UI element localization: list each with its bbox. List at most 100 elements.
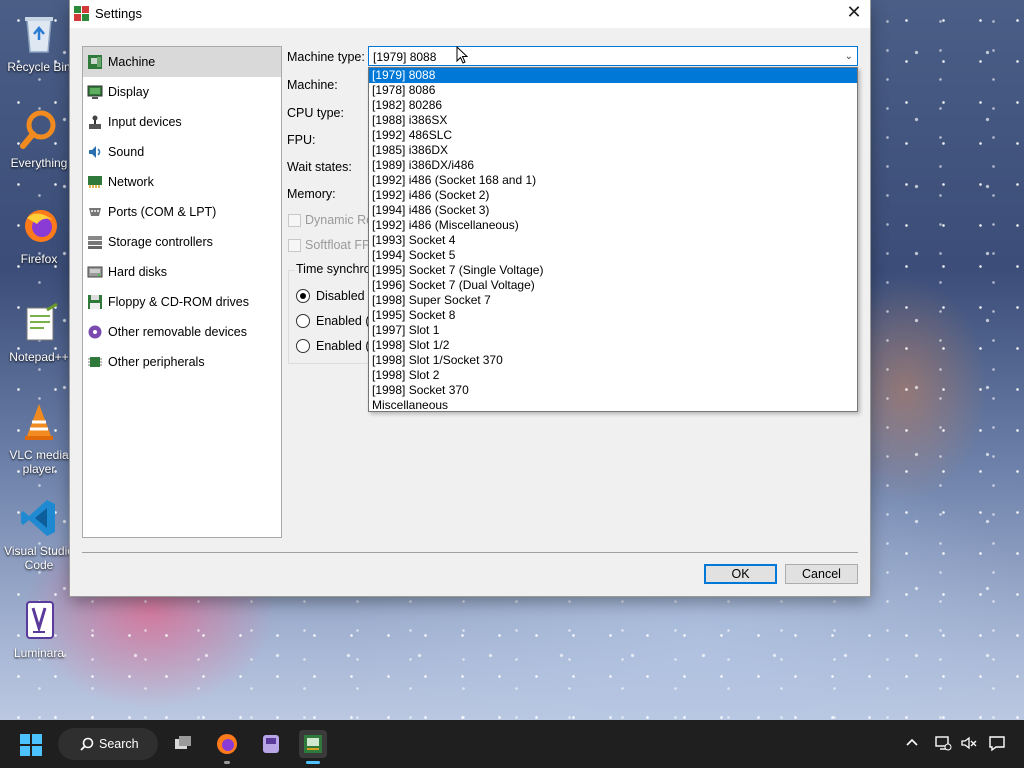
category-hard-disks[interactable]: Hard disks — [83, 257, 281, 287]
fpu-label: FPU: — [287, 133, 316, 147]
desktop-icon-label: Visual Studio Code — [4, 544, 74, 572]
desktop-icon-firefox[interactable]: Firefox — [2, 204, 76, 266]
show-hidden-icons-button[interactable] — [903, 734, 921, 752]
removable-icon — [87, 324, 103, 340]
start-button[interactable] — [20, 734, 42, 756]
app-icon — [263, 735, 279, 753]
machine-label: Machine: — [287, 78, 338, 92]
hard-disk-icon — [87, 264, 103, 280]
dialog-title: Settings — [95, 6, 142, 21]
category-display[interactable]: Display — [83, 77, 281, 107]
desktop-icon-label: VLC media player — [9, 448, 69, 476]
taskbar-task-view[interactable] — [169, 730, 197, 758]
taskbar-search-button[interactable]: Search — [58, 728, 158, 760]
close-button[interactable]: ✕ — [838, 0, 870, 28]
softfloat-checkbox[interactable] — [288, 239, 301, 252]
dropdown-option[interactable]: [1998] Slot 1/Socket 370 — [369, 353, 857, 368]
dropdown-option[interactable]: [1992] i486 (Miscellaneous) — [369, 218, 857, 233]
network-icon — [87, 174, 103, 190]
desktop-icon-label: Everything — [10, 156, 68, 170]
machine-type-combobox[interactable]: [1979] 8088 ⌄ — [368, 46, 858, 66]
taskbar-86box[interactable] — [299, 730, 327, 764]
category-floppy-cdrom[interactable]: Floppy & CD-ROM drives — [83, 287, 281, 317]
dropdown-option[interactable]: [1978] 8086 — [369, 83, 857, 98]
luminara-icon — [17, 598, 61, 642]
machine-type-label: Machine type: — [287, 50, 365, 64]
ok-button[interactable]: OK — [704, 564, 777, 584]
desktop-icon-luminara[interactable]: Luminara — [2, 598, 76, 660]
desktop-icon-notepad-plus-plus[interactable]: Notepad++ — [2, 302, 76, 364]
desktop-icon-everything[interactable]: Everything — [2, 108, 76, 170]
desktop-icon-label: Luminara — [13, 646, 65, 660]
taskbar: Search — [0, 720, 1024, 768]
desktop-icon-label: Firefox — [20, 252, 58, 266]
dropdown-option[interactable]: [1994] Socket 5 — [369, 248, 857, 263]
category-machine[interactable]: Machine — [83, 47, 281, 77]
dynamic-recompiler-label: Dynamic Re — [305, 213, 374, 227]
time-sync-disabled-radio[interactable] — [296, 289, 310, 303]
monitor-icon — [87, 84, 103, 100]
dropdown-option[interactable]: Miscellaneous — [369, 398, 857, 413]
dropdown-option[interactable]: [1993] Socket 4 — [369, 233, 857, 248]
dropdown-option[interactable]: [1995] Socket 7 (Single Voltage) — [369, 263, 857, 278]
category-sound[interactable]: Sound — [83, 137, 281, 167]
category-network[interactable]: Network — [83, 167, 281, 197]
storage-icon — [87, 234, 103, 250]
time-sync-local-radio[interactable] — [296, 314, 310, 328]
dropdown-option[interactable]: [1989] i386DX/i486 — [369, 158, 857, 173]
volume-button[interactable] — [960, 734, 978, 752]
taskbar-luminara[interactable] — [257, 730, 285, 758]
desktop-icon-label: Recycle Bin — [7, 60, 71, 74]
desktop-icon-vlc[interactable]: VLC media player — [2, 400, 76, 476]
category-storage-controllers[interactable]: Storage controllers — [83, 227, 281, 257]
dropdown-option[interactable]: [1998] Slot 1/2 — [369, 338, 857, 353]
title-bar[interactable]: Settings ✕ — [70, 0, 870, 28]
dropdown-option[interactable]: [1992] 486SLC — [369, 128, 857, 143]
vscode-icon — [17, 496, 61, 540]
dynamic-recompiler-checkbox[interactable] — [288, 214, 301, 227]
time-sync-option-label: Disabled — [316, 289, 365, 303]
mouse-cursor-icon — [456, 45, 469, 64]
settings-category-list: Machine Display Input devices Sound Netw… — [82, 46, 282, 538]
category-input-devices[interactable]: Input devices — [83, 107, 281, 137]
network-status-button[interactable] — [934, 734, 952, 752]
machine-type-dropdown-list: [1979] 8088 [1978] 8086 [1982] 80286 [19… — [368, 67, 858, 412]
dropdown-option[interactable]: [1998] Socket 370 — [369, 383, 857, 398]
dropdown-option[interactable]: [1998] Super Socket 7 — [369, 293, 857, 308]
cancel-button[interactable]: Cancel — [785, 564, 858, 584]
time-sync-utc-radio[interactable] — [296, 339, 310, 353]
dropdown-option[interactable]: [1982] 80286 — [369, 98, 857, 113]
running-indicator — [224, 761, 230, 764]
motherboard-icon — [87, 54, 103, 70]
dropdown-option[interactable]: [1997] Slot 1 — [369, 323, 857, 338]
desktop-icon-label: Notepad++ — [9, 350, 69, 364]
dropdown-option[interactable]: [1979] 8088 — [369, 68, 857, 83]
joystick-icon — [87, 114, 103, 130]
cpu-type-label: CPU type: — [287, 106, 344, 120]
category-other-removable[interactable]: Other removable devices — [83, 317, 281, 347]
time-sync-option-label: Enabled (l — [316, 314, 373, 328]
notepad-plus-plus-icon — [17, 302, 61, 346]
desktop-icon-recycle-bin[interactable]: Recycle Bin — [2, 12, 76, 74]
windows-logo-icon — [20, 734, 42, 756]
close-icon: ✕ — [846, 2, 862, 23]
category-ports[interactable]: Ports (COM & LPT) — [83, 197, 281, 227]
dropdown-option[interactable]: [1992] i486 (Socket 2) — [369, 188, 857, 203]
memory-label: Memory: — [287, 187, 336, 201]
dropdown-option[interactable]: [1994] i486 (Socket 3) — [369, 203, 857, 218]
app-icon — [74, 6, 89, 21]
dropdown-option[interactable]: [1985] i386DX — [369, 143, 857, 158]
dropdown-option[interactable]: [1995] Socket 8 — [369, 308, 857, 323]
settings-dialog: Settings ✕ Machine Display Input devices… — [70, 0, 870, 596]
dropdown-option[interactable]: [1996] Socket 7 (Dual Voltage) — [369, 278, 857, 293]
recycle-bin-icon — [17, 12, 61, 56]
taskbar-firefox[interactable] — [213, 730, 241, 764]
dropdown-option[interactable]: [1992] i486 (Socket 168 and 1) — [369, 173, 857, 188]
machine-type-value: [1979] 8088 — [373, 50, 437, 64]
chip-icon — [87, 354, 103, 370]
notifications-button[interactable] — [988, 734, 1006, 752]
desktop-icon-vscode[interactable]: Visual Studio Code — [2, 496, 76, 572]
dropdown-option[interactable]: [1988] i386SX — [369, 113, 857, 128]
category-other-peripherals[interactable]: Other peripherals — [83, 347, 281, 377]
dropdown-option[interactable]: [1998] Slot 2 — [369, 368, 857, 383]
